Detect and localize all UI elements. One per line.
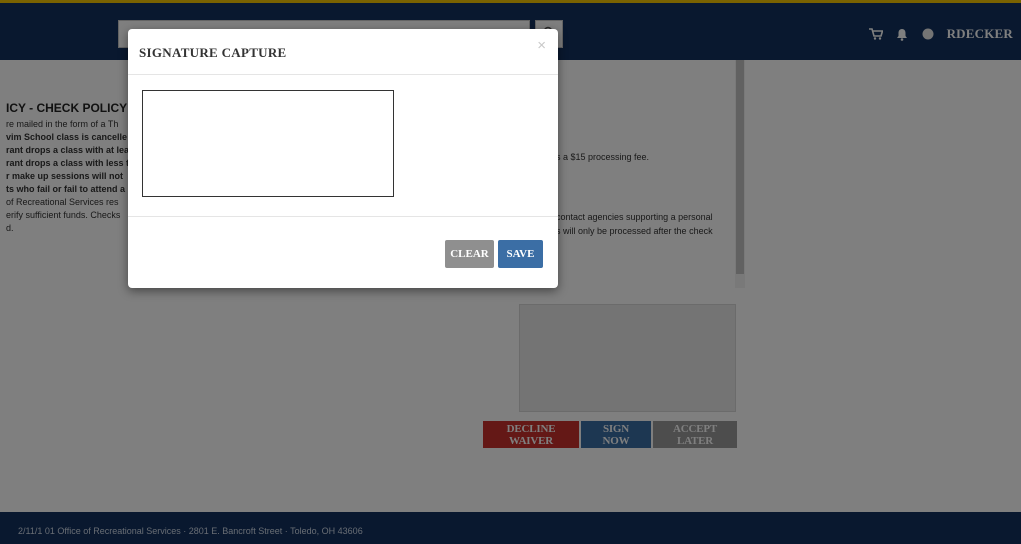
clear-button[interactable]: CLEAR xyxy=(445,240,494,268)
modal-footer: CLEAR SAVE xyxy=(128,217,558,288)
modal-body xyxy=(128,75,558,217)
modal-header: SIGNATURE CAPTURE × xyxy=(128,29,558,75)
signature-capture-dialog: SIGNATURE CAPTURE × CLEAR SAVE xyxy=(128,29,558,288)
signature-pad[interactable] xyxy=(142,90,394,197)
modal-title: SIGNATURE CAPTURE xyxy=(139,45,287,60)
save-button[interactable]: SAVE xyxy=(498,240,543,268)
close-icon[interactable]: × xyxy=(537,37,546,54)
